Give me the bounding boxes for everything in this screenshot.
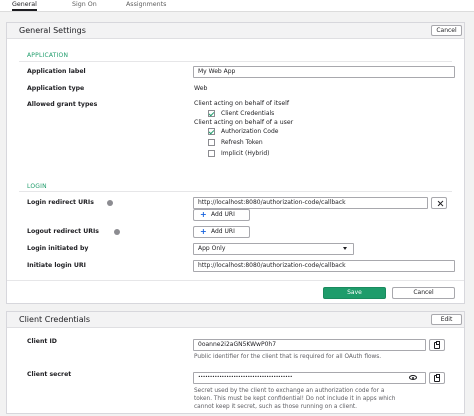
remove-uri-button[interactable]	[431, 197, 447, 209]
app-tabs: General Sign On Assignments	[0, 0, 474, 12]
login-redirect-input[interactable]: http://localhost:8080/authorization-code…	[193, 197, 428, 209]
plus-icon: +	[200, 210, 207, 219]
panel-title: General Settings	[19, 26, 86, 35]
panel-title: Client Credentials	[19, 315, 91, 324]
app-label-label: Application label	[27, 68, 86, 75]
cancel-bottom-button[interactable]: Cancel	[392, 287, 455, 299]
plus-icon: +	[200, 227, 207, 236]
refresh-token-label: Refresh Token	[221, 139, 263, 146]
login-redirect-label: Login redirect URIs	[27, 199, 94, 206]
save-button[interactable]: Save	[323, 287, 386, 299]
edit-button[interactable]: Edit	[431, 314, 462, 325]
client-credentials-checkbox[interactable]	[208, 110, 215, 117]
eye-icon[interactable]	[409, 375, 417, 380]
divider	[19, 61, 452, 62]
implicit-hybrid-label: Implicit (Hybrid)	[221, 150, 270, 157]
tab-sign-on[interactable]: Sign On	[72, 0, 97, 11]
client-id-input[interactable]: 0oanne2i2aGN5KWwP0h7	[193, 339, 426, 351]
add-login-uri-button[interactable]: + Add URI	[193, 209, 250, 221]
clipboard-icon	[434, 341, 440, 349]
client-id-help: Public identifier for the client that is…	[194, 354, 382, 360]
tab-general[interactable]: General	[12, 0, 37, 11]
authorization-code-checkbox[interactable]	[208, 128, 215, 135]
copy-client-id-button[interactable]	[429, 339, 445, 351]
clipboard-icon	[434, 374, 440, 382]
close-icon	[437, 200, 443, 206]
authorization-code-label: Authorization Code	[221, 128, 279, 135]
info-icon[interactable]	[107, 200, 113, 206]
info-icon[interactable]	[114, 229, 120, 235]
client-secret-help-line-2: token. This must be kept confidential! D…	[194, 396, 396, 402]
cancel-button[interactable]: Cancel	[431, 25, 462, 36]
grant-types-label: Allowed grant types	[27, 101, 98, 108]
app-label-input[interactable]: My Web App	[193, 66, 455, 78]
client-credentials-panel: Client Credentials Edit Client ID 0oanne…	[6, 311, 465, 414]
client-id-label: Client ID	[27, 338, 57, 345]
login-initiated-label: Login initiated by	[27, 245, 89, 252]
app-type-value: Web	[194, 85, 208, 92]
add-uri-label: Add URI	[211, 211, 235, 218]
client-secret-label: Client secret	[27, 371, 72, 378]
copy-client-secret-button[interactable]	[429, 372, 445, 384]
implicit-hybrid-checkbox[interactable]	[208, 150, 215, 157]
app-type-label: Application type	[27, 85, 85, 92]
general-settings-panel: General Settings Cancel APPLICATION Appl…	[6, 22, 465, 304]
client-credentials-header: Client Credentials Edit	[7, 312, 464, 328]
add-uri-label: Add URI	[211, 228, 235, 235]
general-settings-header: General Settings Cancel	[7, 23, 464, 39]
add-logout-uri-button[interactable]: + Add URI	[193, 226, 250, 238]
divider	[19, 191, 452, 192]
grant-group-self: Client acting on behalf of itself	[194, 100, 290, 107]
logout-redirect-label: Logout redirect URIs	[27, 228, 99, 235]
application-section-title: APPLICATION	[27, 52, 69, 59]
login-initiated-select[interactable]: App Only	[193, 243, 354, 255]
refresh-token-checkbox[interactable]	[208, 139, 215, 146]
client-secret-help-line-3: cannot keep it secret, such as those run…	[194, 404, 358, 410]
grant-group-user: Client acting on behalf of a user	[194, 119, 294, 126]
divider	[7, 280, 464, 281]
client-secret-help-line-1: Secret used by the client to exchange an…	[194, 388, 385, 394]
initiate-login-label: Initiate login URI	[27, 262, 86, 269]
client-credentials-label: Client Credentials	[221, 110, 275, 117]
client-secret-input[interactable]: ••••••••••••••••••••••••••••••••••••••••	[193, 372, 426, 384]
tab-assignments[interactable]: Assignments	[126, 0, 166, 11]
initiate-login-input[interactable]: http://localhost:8080/authorization-code…	[193, 260, 455, 272]
login-section-title: LOGIN	[27, 183, 47, 190]
